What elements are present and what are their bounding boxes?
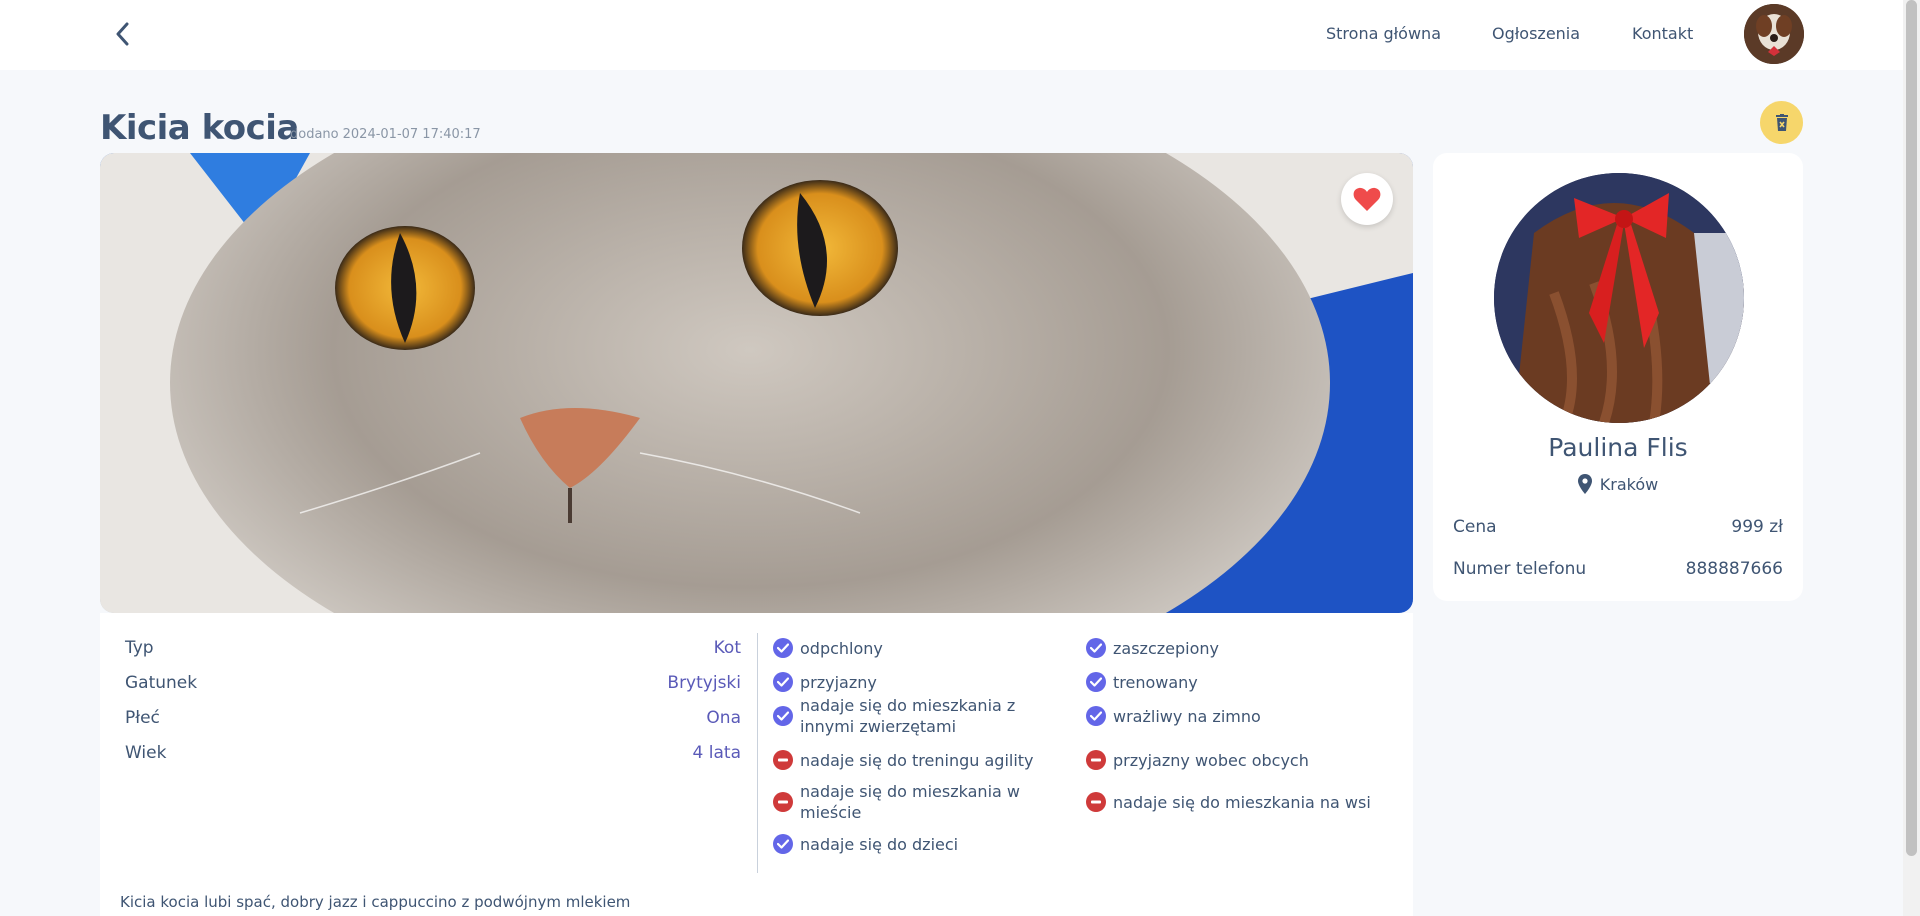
- chevron-left-icon: [116, 22, 129, 46]
- trait-text: odpchlony: [800, 638, 883, 658]
- delete-listing-button[interactable]: [1760, 101, 1803, 144]
- trait-text: nadaje się do treningu agility: [800, 750, 1034, 770]
- trait-text: nadaje się do dzieci: [800, 834, 959, 854]
- trait-item: nadaje się do dzieci: [773, 824, 1070, 864]
- check-circle-icon: [773, 672, 793, 692]
- favorite-button[interactable]: [1341, 173, 1393, 225]
- cat-photo-image: [100, 153, 1413, 613]
- minus-circle-icon: [773, 792, 793, 812]
- seller-name: Paulina Flis: [1548, 433, 1688, 462]
- minus-circle-icon: [1086, 792, 1106, 812]
- trait-item: wrażliwy na zimno: [1086, 696, 1383, 736]
- attribute-value: Ona: [706, 708, 741, 728]
- seller-avatar: [1494, 173, 1744, 423]
- listing-added-date: dodano 2024-01-07 17:40:17: [290, 127, 485, 142]
- back-button[interactable]: [108, 18, 136, 50]
- trait-text: zaszczepiony: [1113, 638, 1219, 658]
- attribute-value: Kot: [713, 638, 741, 658]
- trait-text: wrażliwy na zimno: [1113, 706, 1261, 726]
- check-circle-icon: [773, 638, 793, 658]
- attribute-row-type: Typ Kot: [125, 638, 741, 662]
- user-avatar[interactable]: [1744, 4, 1804, 64]
- minus-circle-icon: [773, 750, 793, 770]
- user-avatar-image: [1744, 4, 1804, 64]
- seller-phone-row: Numer telefonu 888887666: [1453, 559, 1783, 579]
- trait-item: nadaje się do mieszkania na wsi: [1086, 782, 1383, 822]
- listing-description: Kicia kocia lubi spać, dobry jazz i capp…: [120, 893, 631, 911]
- phone-label: Numer telefonu: [1453, 559, 1587, 579]
- trait-item: nadaje się do mieszkania w mieście: [773, 782, 1070, 822]
- seller-location: Kraków: [1433, 474, 1803, 494]
- trait-text: nadaje się do mieszkania w mieście: [800, 782, 1020, 822]
- attribute-value: 4 lata: [692, 743, 741, 763]
- trait-text: przyjazny: [800, 672, 877, 692]
- nav-listings-link[interactable]: Ogłoszenia: [1492, 24, 1580, 43]
- details-divider: [757, 633, 758, 873]
- minus-circle-icon: [1086, 750, 1106, 770]
- nav-home-link[interactable]: Strona główna: [1326, 24, 1441, 43]
- trait-text: przyjazny wobec obcych: [1113, 750, 1309, 770]
- map-pin-icon: [1577, 474, 1592, 494]
- attribute-label: Płeć: [125, 708, 160, 728]
- attribute-label: Wiek: [125, 743, 167, 763]
- attribute-value: Brytyjski: [667, 673, 741, 693]
- trait-item: przyjazny wobec obcych: [1086, 740, 1383, 780]
- trait-text: nadaje się do mieszkania z innymi zwierz…: [800, 696, 1016, 736]
- trait-item: nadaje się do treningu agility: [773, 740, 1070, 780]
- seller-price-row: Cena 999 zł: [1453, 517, 1783, 537]
- trash-icon: [1775, 113, 1788, 131]
- nav-contact-link[interactable]: Kontakt: [1632, 24, 1693, 43]
- heart-icon: [1353, 187, 1381, 211]
- attribute-row-age: Wiek 4 lata: [125, 743, 741, 767]
- listing-photo: [100, 153, 1413, 613]
- check-circle-icon: [773, 706, 793, 726]
- trait-text: trenowany: [1113, 672, 1198, 692]
- attribute-label: Typ: [125, 638, 154, 658]
- listing-title: Kicia kocia: [100, 108, 299, 148]
- seller-photo-image: [1494, 173, 1744, 423]
- check-circle-icon: [1086, 706, 1106, 726]
- price-value: 999 zł: [1731, 517, 1783, 537]
- phone-value[interactable]: 888887666: [1686, 559, 1783, 579]
- price-label: Cena: [1453, 517, 1497, 537]
- seller-location-text: Kraków: [1599, 474, 1659, 494]
- added-date: 2024-01-07 17:40:17: [342, 127, 481, 142]
- trait-text: nadaje się do mieszkania na wsi: [1113, 792, 1371, 812]
- attribute-row-breed: Gatunek Brytyjski: [125, 673, 741, 697]
- check-circle-icon: [1086, 638, 1106, 658]
- added-label: dodano: [290, 127, 339, 142]
- check-circle-icon: [1086, 672, 1106, 692]
- trait-item: nadaje się do mieszkania z innymi zwierz…: [773, 696, 1070, 736]
- check-circle-icon: [773, 834, 793, 854]
- attribute-label: Gatunek: [125, 673, 198, 693]
- attribute-row-sex: Płeć Ona: [125, 708, 741, 732]
- top-navbar: Strona główna Ogłoszenia Kontakt: [0, 0, 1903, 70]
- scrollbar-thumb[interactable]: [1906, 0, 1917, 856]
